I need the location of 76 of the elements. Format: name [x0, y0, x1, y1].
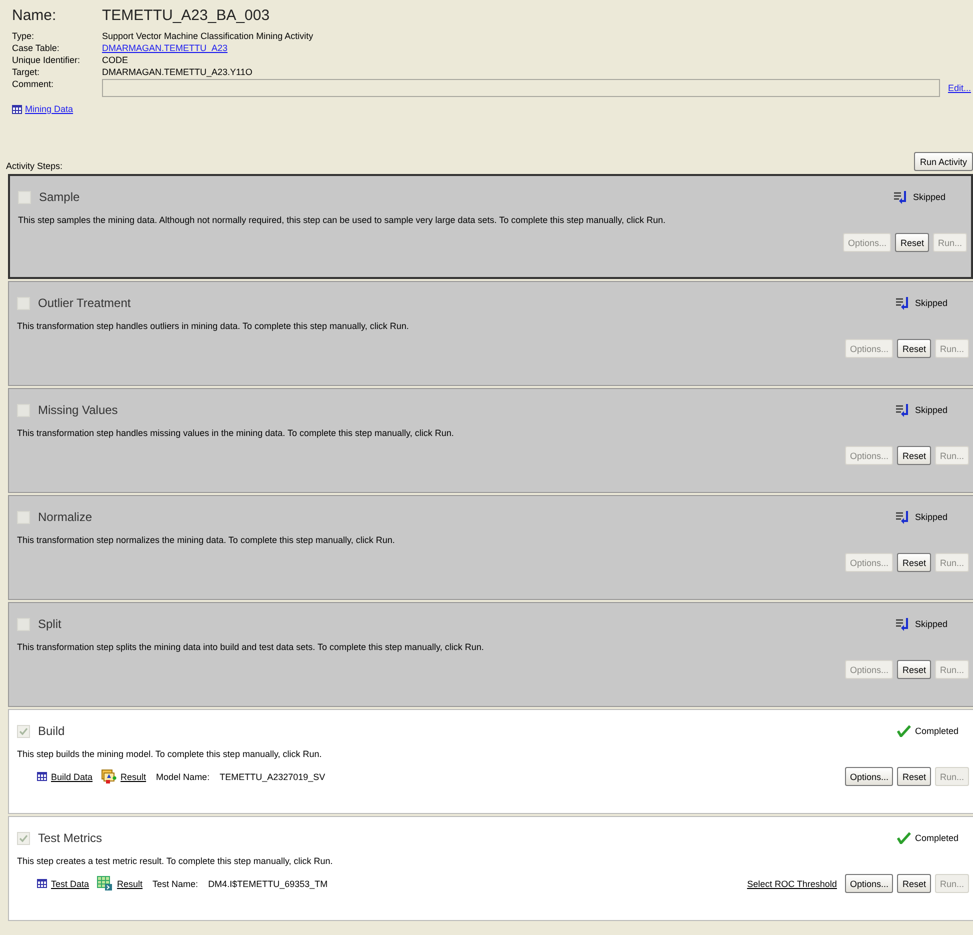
skip-arrow-icon	[895, 617, 911, 631]
step-description: This transformation step handles missing values in the mining data. To complete this step manually, click Run.	[17, 428, 455, 438]
field-value: DMARMAGAN.TEMETTU_A23.Y11O	[102, 67, 252, 78]
case-table-link[interactable]: DMARMAGAN.TEMETTU_A23	[102, 43, 228, 54]
step-description: This transformation step normalizes the mining data. To complete this step manually, click Run.	[17, 535, 396, 545]
field-label: Unique Identifier:	[12, 55, 82, 66]
skip-arrow-icon	[895, 510, 911, 524]
step-status: Skipped	[915, 298, 949, 308]
grid-result-icon	[97, 876, 114, 891]
data-link[interactable]: Build Data	[51, 772, 93, 782]
step-status: Skipped	[915, 405, 949, 415]
step-description: This step creates a test metric result. To complete this step manually, click Run.	[17, 856, 334, 866]
activity-steps-label: Activity Steps:	[6, 161, 63, 171]
step-checkbox[interactable]	[17, 510, 30, 524]
field-label: Target:	[12, 67, 41, 78]
name-label: Model Name:	[156, 772, 210, 782]
step-status: Completed	[915, 726, 960, 736]
step-description: This step samples the mining data. Although not normally required, this step can be used to sample very large data sets. To complete this step manually, click Run.	[18, 215, 667, 225]
step-checkbox[interactable]	[17, 618, 30, 630]
mining-data-link[interactable]: Mining Data	[25, 104, 74, 114]
table-icon	[37, 879, 47, 888]
step-button[interactable]: Options...	[844, 874, 894, 893]
skip-arrow-icon	[893, 190, 909, 204]
model-result-icon	[100, 769, 117, 784]
step-checkbox[interactable]	[18, 190, 31, 204]
step-button[interactable]: Reset	[897, 446, 931, 465]
step-button[interactable]: Options...	[844, 767, 894, 786]
field-label: Type:	[12, 31, 36, 42]
skip-arrow-icon	[895, 403, 911, 417]
step-checkbox[interactable]	[17, 724, 30, 738]
result-link[interactable]: Result	[117, 878, 143, 888]
edit-link[interactable]: Edit...	[948, 83, 971, 94]
step-title: Missing Values	[38, 403, 118, 417]
step-title: Outlier Treatment	[38, 296, 131, 310]
step-button[interactable]: Reset	[897, 874, 931, 893]
step-status: Completed	[915, 833, 960, 843]
step-checkbox[interactable]	[17, 404, 30, 416]
table-icon	[37, 772, 47, 781]
activity-name: TEMETTU_A23_BA_003	[102, 7, 270, 24]
name-label: Name:	[12, 7, 58, 24]
step-panel[interactable]	[8, 816, 973, 921]
name-value: TEMETTU_A2327019_SV	[220, 772, 326, 782]
step-button[interactable]: Reset	[897, 339, 931, 358]
step-title: Split	[38, 617, 62, 631]
step-button[interactable]: Reset	[897, 660, 931, 679]
data-link[interactable]: Test Data	[51, 878, 90, 888]
step-button[interactable]: Reset	[895, 233, 929, 252]
name-label: Test Name:	[152, 878, 198, 888]
result-link[interactable]: Result	[120, 772, 146, 782]
skip-arrow-icon	[895, 296, 911, 310]
field-label: Comment:	[12, 79, 55, 90]
comment-field[interactable]	[102, 79, 940, 97]
step-description: This transformation step splits the mining data into build and test data sets. To complete this step manually, click Run.	[17, 642, 485, 652]
step-description: This step builds the mining model. To complete this step manually, click Run.	[17, 749, 323, 759]
step-status: Skipped	[915, 619, 949, 629]
step-status: Skipped	[915, 512, 949, 522]
field-value: Support Vector Machine Classification Mining Activity	[102, 31, 314, 42]
field-value: CODE	[102, 55, 128, 66]
step-title: Sample	[39, 190, 80, 204]
step-button[interactable]: Reset	[897, 553, 931, 572]
run-activity-button[interactable]: Run Activity	[914, 152, 973, 171]
table-icon	[12, 104, 22, 114]
step-title: Test Metrics	[38, 831, 102, 845]
step-checkbox[interactable]	[17, 832, 30, 844]
checkmark-icon	[897, 832, 911, 844]
step-status: Skipped	[913, 192, 947, 202]
name-value: DM4.I$TEMETTU_69353_TM	[208, 878, 328, 888]
step-panel[interactable]	[8, 174, 973, 279]
step-title: Normalize	[38, 510, 92, 524]
roc-threshold-link[interactable]: Select ROC Threshold	[747, 878, 837, 888]
step-description: This transformation step handles outliers in mining data. To complete this step manually, click Run.	[17, 321, 410, 331]
step-title: Build	[38, 724, 65, 738]
checkmark-icon	[897, 725, 911, 737]
step-button[interactable]: Reset	[897, 767, 931, 786]
field-label: Case Table:	[12, 43, 60, 54]
step-checkbox[interactable]	[17, 296, 30, 310]
